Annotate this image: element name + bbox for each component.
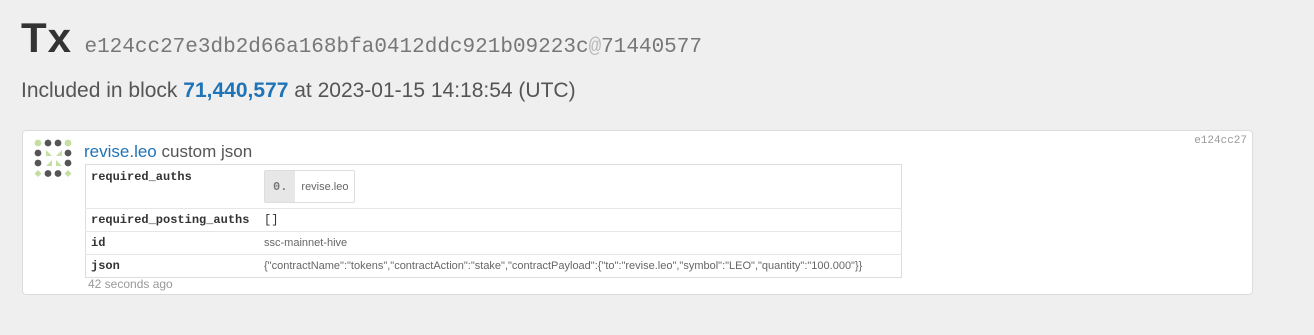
tx-hash: e124cc27e3db2d66a168bfa0412ddc921b09223c…: [84, 36, 702, 59]
page-title: Tx: [21, 14, 73, 61]
operation-type: custom json: [161, 142, 253, 161]
param-value: []: [259, 208, 902, 232]
block-info: Included in block 71,440,577 at 2023-01-…: [21, 79, 576, 103]
param-value: ssc-mainnet-hive: [259, 231, 902, 255]
operation-title: revise.leo custom json: [84, 142, 252, 162]
param-value: 0. revise.leo: [259, 165, 902, 209]
tx-at-symbol: @: [588, 36, 602, 59]
page: Tx e124cc27e3db2d66a168bfa0412ddc921b092…: [0, 0, 1314, 335]
block-timestamp: at 2023-01-15 14:18:54 (UTC): [294, 79, 576, 102]
auth-index: 0.: [265, 171, 296, 202]
empty-array: []: [264, 213, 279, 227]
table-row: id ssc-mainnet-hive: [85, 231, 902, 255]
table-row: required_auths 0. revise.leo: [86, 165, 902, 209]
param-value: {"contractName":"tokens","contractAction…: [259, 254, 902, 278]
operation-id[interactable]: e124cc27: [1194, 135, 1247, 147]
table-row: required_posting_auths []: [85, 208, 902, 232]
operation-card: e124cc27 revise.leo custom json required…: [22, 130, 1253, 295]
table-row: json {"contractName":"tokens","contractA…: [85, 254, 902, 278]
avatar-identicon[interactable]: [32, 139, 76, 183]
block-number-link[interactable]: 71,440,577: [183, 79, 288, 102]
param-key: required_auths: [91, 170, 192, 184]
tx-header: Tx e124cc27e3db2d66a168bfa0412ddc921b092…: [21, 14, 702, 62]
param-key: json: [85, 254, 259, 278]
auth-account-link[interactable]: revise.leo: [295, 181, 354, 193]
account-link[interactable]: revise.leo: [84, 142, 157, 161]
operation-params-table: required_auths 0. revise.leo required_po…: [85, 164, 902, 278]
timestamp-relative: 42 seconds ago: [88, 277, 173, 291]
block-prefix: Included in block: [21, 79, 178, 102]
tx-block-suffix: 71440577: [601, 36, 702, 59]
auth-chip: 0. revise.leo: [264, 170, 356, 203]
param-key: id: [85, 231, 259, 255]
param-key: required_posting_auths: [85, 208, 259, 232]
tx-hash-value: e124cc27e3db2d66a168bfa0412ddc921b09223c: [84, 36, 589, 59]
